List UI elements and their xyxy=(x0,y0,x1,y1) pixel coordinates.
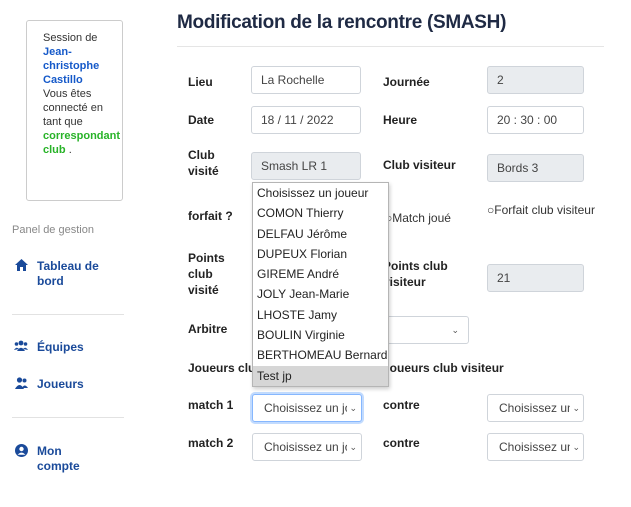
dropdown-option[interactable]: DUPEUX Florian xyxy=(253,244,388,264)
joueurs-visiteur-label: Joueurs club visiteur xyxy=(383,361,504,375)
nav-item-joueurs[interactable]: Joueurs xyxy=(14,377,84,393)
nav-label: Joueurs xyxy=(37,377,84,391)
select-value: Choisissez un joue xyxy=(264,440,347,454)
arbitre-select[interactable]: ⌄ xyxy=(381,316,469,344)
dropdown-option[interactable]: DELFAU Jérôme xyxy=(253,224,388,244)
chevron-down-icon: ⌄ xyxy=(572,402,580,413)
chevron-down-icon: ⌄ xyxy=(572,441,580,452)
radio-label: Match joué xyxy=(392,211,451,225)
dropdown-option[interactable]: LHOSTE Jamy xyxy=(253,305,388,325)
points-visiteur-input: 21 xyxy=(487,264,584,292)
select-value: Choisissez un joue xyxy=(264,401,347,415)
dropdown-option[interactable]: JOLY Jean-Marie xyxy=(253,284,388,304)
heure-input[interactable]: 20 : 30 : 00 xyxy=(487,106,584,134)
role-prefix: Vous êtes connecté en tant que xyxy=(43,88,103,128)
points-visiteur-label: Points club visiteur xyxy=(383,259,448,289)
club-visite-input: Smash LR 1 xyxy=(251,152,361,180)
radio-label: Forfait club visiteur xyxy=(494,203,595,217)
select-value: Choisissez un jo xyxy=(499,440,571,454)
role-name: correspondant club xyxy=(43,130,121,156)
chevron-down-icon: ⌄ xyxy=(349,402,357,413)
role-suffix: . xyxy=(68,144,72,156)
match2-away-select[interactable]: Choisissez un jo⌄ xyxy=(487,433,584,461)
club-visite-label: Club visité xyxy=(188,148,219,178)
chevron-down-icon: ⌄ xyxy=(451,324,459,335)
arbitre-label: Arbitre xyxy=(188,322,228,336)
session-info-box: Session de Jean-christophe Castillo Vous… xyxy=(26,20,123,201)
journee-input: 2 xyxy=(487,66,584,94)
nav-label: Équipes xyxy=(37,340,84,354)
session-user-name: Jean-christophe Castillo xyxy=(43,46,100,86)
club-visiteur-label: Club visiteur xyxy=(383,158,456,172)
date-label: Date xyxy=(188,113,215,127)
nav-label: Tableau de bord xyxy=(37,259,99,288)
chevron-down-icon: ⌄ xyxy=(349,441,357,452)
dropdown-option[interactable]: Choisissez un joueur xyxy=(253,183,388,203)
select-value: Choisissez un jo xyxy=(499,401,571,415)
radio-match-joue[interactable]: ○Match joué xyxy=(385,210,451,226)
session-role-text: Vous êtes connecté en tant que correspon… xyxy=(43,87,120,157)
heure-label: Heure xyxy=(383,113,418,127)
dropdown-option[interactable]: BERTHOMEAU Bernard xyxy=(253,345,388,365)
lieu-label: Lieu xyxy=(188,75,213,89)
match2-label: match 2 xyxy=(188,436,234,450)
match1-contre-label: contre xyxy=(383,398,420,412)
users-icon xyxy=(14,340,28,355)
club-visiteur-input: Bords 3 xyxy=(487,154,584,182)
points-visite-label: Points club visité xyxy=(188,251,225,297)
date-input[interactable]: 18 / 11 / 2022 xyxy=(251,106,361,134)
journee-label: Journée xyxy=(383,75,430,89)
match1-label: match 1 xyxy=(188,398,234,412)
match1-away-select[interactable]: Choisissez un jo⌄ xyxy=(487,394,584,422)
match2-contre-label: contre xyxy=(383,436,420,450)
dropdown-option-highlighted[interactable]: Test jp xyxy=(253,365,388,386)
dropdown-option[interactable]: GIREME André xyxy=(253,264,388,284)
nav-item-equipes[interactable]: Équipes xyxy=(14,340,84,355)
nav-divider xyxy=(12,417,124,418)
session-prefix: Session de xyxy=(43,32,98,44)
match2-home-select[interactable]: Choisissez un joue⌄ xyxy=(252,433,362,461)
nav-divider xyxy=(12,314,124,315)
players-icon xyxy=(14,377,28,393)
radio-forfait-visiteur[interactable]: ○Forfait club visiteur xyxy=(487,202,597,218)
title-divider xyxy=(177,46,604,47)
nav-label: Mon compte xyxy=(37,444,80,473)
match1-home-select[interactable]: Choisissez un joue⌄ xyxy=(252,394,362,422)
forfait-label: forfait ? xyxy=(188,209,233,223)
dropdown-option[interactable]: BOULIN Virginie xyxy=(253,325,388,345)
user-circle-icon xyxy=(14,444,28,461)
lieu-input[interactable]: La Rochelle xyxy=(251,66,361,94)
nav-item-mon-compte[interactable]: Mon compte xyxy=(14,444,114,474)
page-title: Modification de la rencontre (SMASH) xyxy=(177,12,507,33)
panel-title: Panel de gestion xyxy=(12,224,94,236)
player-dropdown-list[interactable]: Choisissez un joueur COMON Thierry DELFA… xyxy=(252,182,389,387)
home-icon xyxy=(14,259,28,275)
nav-item-tableau-de-bord[interactable]: Tableau de bord xyxy=(14,259,124,289)
dropdown-option[interactable]: COMON Thierry xyxy=(253,203,388,223)
